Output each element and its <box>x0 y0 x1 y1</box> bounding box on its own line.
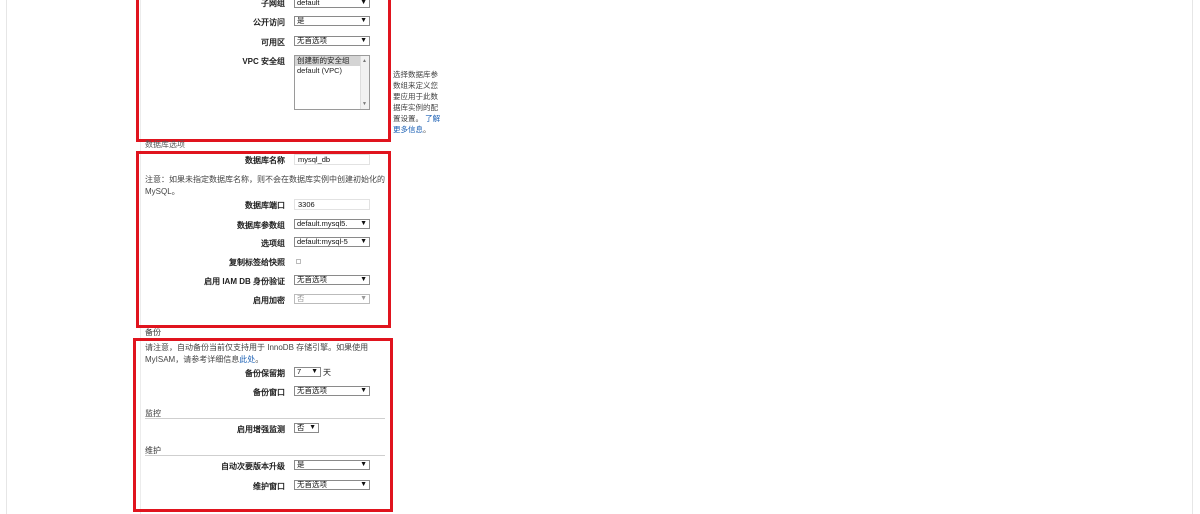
auto-minor-upgrade-select[interactable]: 是 ▼ <box>294 460 370 470</box>
scroll-down-icon[interactable]: ▼ <box>362 101 367 107</box>
backup-window-select[interactable]: 无首选项 ▼ <box>294 386 370 396</box>
option-group-select[interactable]: default:mysql-5 ▼ <box>294 237 370 247</box>
param-group-select[interactable]: default.mysql5. ▼ <box>294 219 370 229</box>
chevron-down-icon: ▼ <box>360 0 367 6</box>
vpc-security-group-listbox[interactable]: 创建新的安全组 default (VPC) ▲ ▼ <box>294 55 370 110</box>
scroll-up-icon[interactable]: ▲ <box>362 58 367 64</box>
backup-note: 请注意，自动备份当前仅支持用于 InnoDB 存储引擎。如果使用 MyISAM，… <box>145 342 385 366</box>
iam-auth-select[interactable]: 无首选项 ▼ <box>294 275 370 285</box>
chevron-down-icon: ▼ <box>311 368 318 375</box>
chevron-down-icon: ▼ <box>360 238 367 245</box>
auto-minor-upgrade-value: 是 <box>297 460 305 469</box>
help-line: 更多信息。 <box>393 124 453 135</box>
option-group-label: 选项组 <box>261 239 285 248</box>
vpc-sg-option-default[interactable]: default (VPC) <box>295 66 369 76</box>
db-name-note: 注意：如果未指定数据库名称，则不会在数据库实例中创建初始化的 MySQL。 <box>145 175 385 196</box>
page-border-right <box>1192 0 1193 514</box>
maintenance-window-value: 无首选项 <box>297 480 327 489</box>
db-name-label: 数据库名称 <box>245 156 285 165</box>
chevron-down-icon: ▼ <box>360 276 367 283</box>
encryption-select[interactable]: 否 ▼ <box>294 294 370 304</box>
db-port-label: 数据库端口 <box>245 201 285 210</box>
chevron-down-icon: ▼ <box>360 37 367 44</box>
copy-tags-checkbox[interactable] <box>296 259 301 264</box>
copy-tags-label: 复制标签给快照 <box>229 258 285 267</box>
help-line: 据库实例的配 <box>393 103 438 112</box>
help-line-end: 置设置。 <box>393 114 423 123</box>
option-group-value: default:mysql-5 <box>297 237 348 246</box>
backup-retention-label: 备份保留期 <box>245 369 285 378</box>
availability-zone-value: 无首选项 <box>297 36 327 45</box>
db-options-section-title: 数据库选项 <box>145 140 185 149</box>
vpc-security-group-label: VPC 安全组 <box>242 57 285 66</box>
enhanced-monitoring-value: 否 <box>297 423 305 432</box>
help-line: 选择数据库参 <box>393 70 438 79</box>
listbox-scrollbar[interactable]: ▲ ▼ <box>360 56 369 109</box>
subnet-group-label: 子网组 <box>261 0 285 8</box>
param-group-label: 数据库参数组 <box>237 221 285 230</box>
encryption-value: 否 <box>297 294 305 303</box>
backup-note-tail: 。 <box>255 355 264 364</box>
vpc-sg-option-create-new[interactable]: 创建新的安全组 <box>295 56 369 66</box>
chevron-down-icon: ▼ <box>360 295 367 302</box>
backup-details-link[interactable]: 此处 <box>239 355 255 364</box>
availability-zone-select[interactable]: 无首选项 ▼ <box>294 36 370 46</box>
enhanced-monitoring-label: 启用增强监测 <box>237 425 285 434</box>
monitoring-divider <box>145 418 385 419</box>
maintenance-divider <box>145 455 385 456</box>
maintenance-window-label: 维护窗口 <box>253 482 285 491</box>
subnet-group-value: default <box>297 0 320 7</box>
public-access-label: 公开访问 <box>253 18 285 27</box>
param-group-value: default.mysql5. <box>297 219 348 228</box>
auto-minor-upgrade-label: 自动次要版本升级 <box>221 462 285 471</box>
subnet-group-select[interactable]: default ▼ <box>294 0 370 8</box>
chevron-down-icon: ▼ <box>360 461 367 468</box>
chevron-down-icon: ▼ <box>360 17 367 24</box>
enhanced-monitoring-select[interactable]: 否 ▼ <box>294 423 319 433</box>
backup-retention-value: 7 <box>297 367 302 376</box>
iam-auth-value: 无首选项 <box>297 275 327 284</box>
help-line: 数组来定义您 <box>393 81 438 90</box>
iam-auth-label: 启用 IAM DB 身份验证 <box>204 277 285 286</box>
help-tail: 。 <box>423 125 431 134</box>
backup-section-title: 备份 <box>145 328 161 337</box>
param-group-help-text: 选择数据库参 数组来定义您 要应用于此数 据库实例的配 置设置。 了解 更多信息… <box>393 69 453 135</box>
learn-link-1[interactable]: 了解 <box>425 114 440 123</box>
chevron-down-icon: ▼ <box>360 481 367 488</box>
backup-retention-unit: 天 <box>323 368 331 377</box>
public-access-select[interactable]: 是 ▼ <box>294 16 370 26</box>
maintenance-window-select[interactable]: 无首选项 ▼ <box>294 480 370 490</box>
page-border-left <box>6 0 7 514</box>
chevron-down-icon: ▼ <box>360 220 367 227</box>
chevron-down-icon: ▼ <box>360 387 367 394</box>
chevron-down-icon: ▼ <box>309 424 316 431</box>
backup-retention-select[interactable]: 7 ▼ <box>294 367 321 377</box>
db-port-input[interactable]: 3306 <box>294 199 370 210</box>
db-name-input[interactable]: mysql_db <box>294 154 370 165</box>
encryption-label: 启用加密 <box>253 296 285 305</box>
backup-window-label: 备份窗口 <box>253 388 285 397</box>
availability-zone-label: 可用区 <box>261 38 285 47</box>
public-access-value: 是 <box>297 16 305 25</box>
learn-more-link[interactable]: 更多信息 <box>393 125 423 134</box>
backup-window-value: 无首选项 <box>297 386 327 395</box>
help-line: 要应用于此数 <box>393 92 438 101</box>
help-line: 置设置。 了解 <box>393 113 453 124</box>
